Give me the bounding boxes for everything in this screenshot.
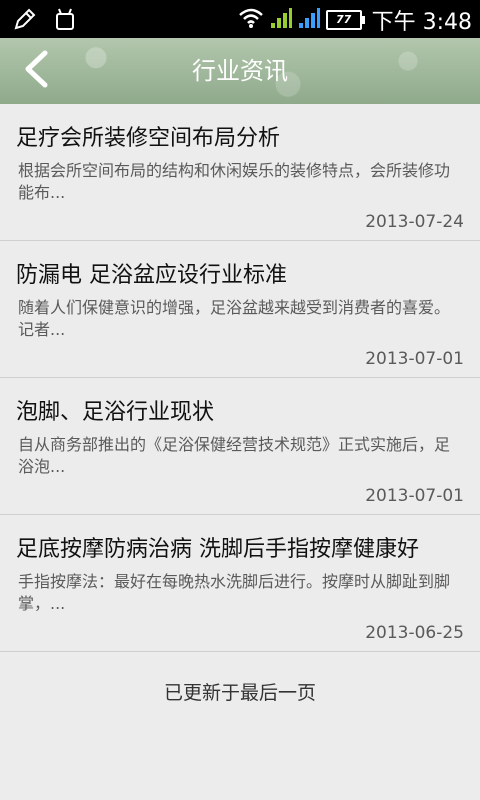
- page-title: 行业资讯: [192, 57, 288, 85]
- battery-icon: 77: [325, 10, 365, 30]
- list-item[interactable]: 泡脚、足浴行业现状 自从商务部推出的《足浴保健经营技术规范》正式实施后，足浴泡.…: [0, 378, 480, 515]
- article-date: 2013-07-01: [365, 486, 464, 506]
- article-summary: 随着人们保健意识的增强，足浴盆越来越受到消费者的喜爱。记者...: [18, 298, 451, 339]
- article-date: 2013-07-24: [365, 212, 464, 232]
- article-title: 泡脚、足浴行业现状: [16, 400, 215, 425]
- list-item[interactable]: 防漏电 足浴盆应设行业标准 随着人们保健意识的增强，足浴盆越来越受到消费者的喜爱…: [0, 241, 480, 378]
- article-date: 2013-06-25: [365, 623, 464, 643]
- list-item[interactable]: 足疗会所装修空间布局分析 根据会所空间布局的结构和休闲娱乐的装修特点，会所装修功…: [0, 104, 480, 241]
- article-summary: 自从商务部推出的《足浴保健经营技术规范》正式实施后，足浴泡...: [18, 435, 451, 476]
- list-item[interactable]: 足底按摩防病治病 洗脚后手指按摩健康好 手指按摩法：最好在每晚热水洗脚后进行。按…: [0, 515, 480, 652]
- header-bar: 行业资讯: [0, 38, 480, 105]
- article-summary: 根据会所空间布局的结构和休闲娱乐的装修特点，会所装修功能布...: [18, 161, 451, 202]
- article-title: 足底按摩防病治病 洗脚后手指按摩健康好: [16, 537, 419, 562]
- signal-icon: [270, 7, 292, 33]
- android-icon: [52, 6, 78, 36]
- article-summary: 手指按摩法：最好在每晚热水洗脚后进行。按摩时从脚趾到脚掌，...: [18, 572, 451, 613]
- status-bar: 77 下午 3:48: [0, 0, 480, 38]
- article-title: 防漏电 足浴盆应设行业标准: [16, 263, 287, 288]
- signal-icon: [298, 7, 320, 33]
- wifi-icon: [238, 7, 264, 33]
- status-time: 下午 3:48: [371, 10, 472, 35]
- article-list: 足疗会所装修空间布局分析 根据会所空间布局的结构和休闲娱乐的装修特点，会所装修功…: [0, 104, 480, 652]
- pen-icon: [12, 6, 38, 36]
- article-title: 足疗会所装修空间布局分析: [16, 126, 281, 151]
- article-date: 2013-07-01: [365, 349, 464, 369]
- end-of-list-message: 已更新于最后一页: [163, 682, 316, 704]
